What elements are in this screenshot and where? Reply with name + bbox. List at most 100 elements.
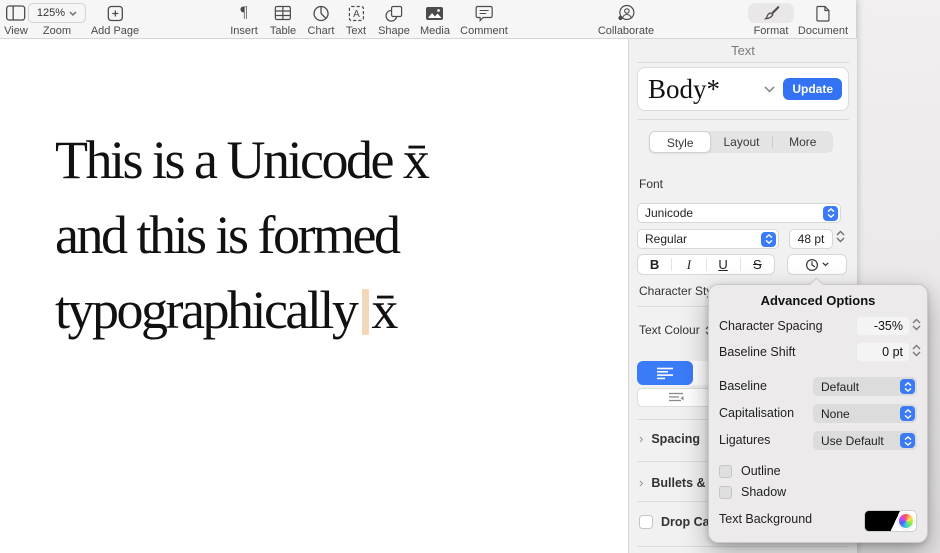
baseline-shift-field[interactable]: 0 pt (857, 343, 909, 361)
chart-button[interactable]: Chart (307, 2, 335, 37)
gear-icon (805, 258, 819, 271)
strikethrough-button[interactable]: S (741, 257, 774, 272)
character-spacing-stepper[interactable] (911, 318, 922, 331)
stepper-icon (761, 231, 776, 247)
media-button[interactable]: Media (420, 2, 450, 37)
text-background-swatch[interactable] (864, 510, 917, 532)
zoom-control[interactable]: 125% Zoom (27, 2, 87, 37)
advanced-options-button[interactable] (787, 254, 847, 275)
font-size-stepper[interactable] (835, 230, 846, 243)
chevron-up-icon (912, 344, 921, 350)
paragraph-style-name: Body* (648, 73, 721, 104)
text-colour-label: Text Colour (639, 323, 700, 337)
color-wheel-icon[interactable] (898, 513, 914, 529)
doc-line-2[interactable]: and this is formed (55, 198, 427, 273)
table-button[interactable]: Table (270, 2, 296, 37)
spacing-section[interactable]: › Spacing (639, 431, 700, 446)
comment-label: Comment (460, 25, 508, 37)
paragraph-style-card[interactable]: Body* Update (637, 67, 849, 111)
chevron-down-icon[interactable] (764, 85, 775, 93)
comment-button[interactable]: Comment (460, 2, 508, 37)
disclosure-chevron-icon[interactable]: › (639, 475, 643, 490)
insert-label: Insert (230, 25, 258, 37)
media-label: Media (420, 25, 450, 37)
collaborate-button[interactable]: Collaborate (598, 2, 654, 37)
tab-more[interactable]: More (773, 131, 833, 153)
pie-chart-icon (308, 2, 335, 24)
shadow-checkbox[interactable] (719, 485, 732, 499)
baseline-shift-label: Baseline Shift (719, 345, 796, 359)
character-spacing-field[interactable]: -35% (857, 317, 909, 335)
view-label: View (4, 25, 28, 37)
font-family-value: Junicode (645, 206, 694, 220)
style-tabs: Style Layout More (649, 131, 833, 153)
baseline-value: Default (821, 379, 860, 394)
disclosure-chevron-icon[interactable]: › (639, 431, 643, 446)
font-style-select[interactable]: Regular (637, 229, 779, 249)
sidebar-view-icon (4, 2, 28, 24)
drop-cap-row: Drop Cap (639, 515, 717, 529)
drop-cap-checkbox[interactable] (639, 515, 653, 529)
doc-line-3[interactable]: typographically x̄ (55, 273, 427, 348)
ligatures-dropdown[interactable]: Use Default (813, 431, 917, 450)
chevron-down-icon (69, 11, 77, 16)
font-style-buttons: B I U S (637, 254, 775, 275)
divider (637, 119, 849, 120)
tab-layout[interactable]: Layout (711, 131, 771, 153)
chevron-down-icon (836, 237, 845, 243)
baseline-dropdown[interactable]: Default (813, 377, 917, 396)
table-label: Table (269, 25, 297, 37)
popover-arrow (808, 277, 824, 285)
underline-button[interactable]: U (707, 257, 740, 272)
tab-style[interactable]: Style (649, 131, 712, 153)
advanced-options-popover: Advanced Options Character Spacing -35% … (708, 284, 928, 543)
text-box-icon: A (346, 2, 366, 24)
stepper-icon (900, 379, 915, 394)
text-button[interactable]: A Text (346, 2, 366, 37)
character-spacing-value: -35% (873, 319, 903, 333)
divider (637, 546, 849, 547)
indent-button[interactable] (637, 388, 715, 407)
view-button[interactable]: View (4, 2, 28, 37)
format-active-background (748, 3, 794, 23)
doc-line-3-selected-glyph: x̄ (371, 280, 398, 340)
align-left-button[interactable] (637, 361, 693, 385)
format-label: Format (753, 25, 789, 37)
bold-button[interactable]: B (638, 257, 671, 272)
capitalisation-value: None (821, 406, 850, 421)
add-page-button[interactable]: Add Page (91, 2, 139, 37)
add-page-icon (91, 2, 139, 24)
doc-line-1[interactable]: This is a Unicode x̄ (55, 123, 430, 198)
zoom-label: Zoom (42, 25, 72, 37)
shadow-option: Shadow (719, 485, 786, 499)
insert-button[interactable]: ¶ Insert (230, 2, 258, 37)
collaborate-icon (598, 2, 654, 24)
zoom-value: 125% (36, 7, 66, 19)
outline-checkbox[interactable] (719, 464, 732, 478)
format-button[interactable]: Format (748, 2, 794, 37)
shape-icon (378, 2, 410, 24)
font-family-select[interactable]: Junicode (637, 203, 841, 223)
update-style-button[interactable]: Update (783, 78, 842, 100)
baseline-shift-stepper[interactable] (911, 344, 922, 357)
chart-label: Chart (307, 25, 335, 37)
chevron-up-icon (912, 318, 921, 324)
font-size-value: 48 pt (797, 232, 825, 246)
font-size-field[interactable]: 48 pt (789, 229, 833, 249)
capitalisation-dropdown[interactable]: None (813, 404, 917, 423)
svg-text:A: A (353, 9, 360, 20)
stepper-icon (900, 406, 915, 421)
stepper-icon (823, 205, 838, 221)
popover-title: Advanced Options (760, 293, 876, 308)
italic-button[interactable]: I (672, 257, 705, 273)
chevron-down-icon (822, 262, 829, 267)
panel-title: Text (731, 43, 755, 58)
ligatures-label: Ligatures (719, 433, 771, 447)
text-colour-control[interactable]: Text Colour (639, 323, 713, 337)
font-style-value: Regular (645, 232, 688, 246)
document-button[interactable]: Document (798, 2, 848, 37)
document-canvas[interactable]: This is a Unicode x̄ and this is formed … (0, 39, 628, 553)
zoom-value-pill[interactable]: 125% (27, 3, 87, 23)
divider (637, 62, 849, 63)
shape-button[interactable]: Shape (378, 2, 410, 37)
